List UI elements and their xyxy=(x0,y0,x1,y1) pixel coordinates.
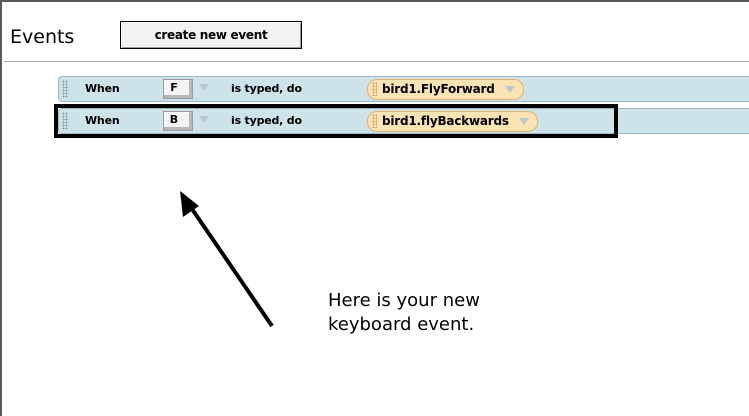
callout-text: Here is your new keyboard event. xyxy=(328,289,480,337)
arrow-shaft xyxy=(188,204,274,328)
callout-line-1: Here is your new xyxy=(328,290,480,311)
callout-line-2: keyboard event. xyxy=(328,314,475,335)
arrow-icon xyxy=(180,191,274,328)
